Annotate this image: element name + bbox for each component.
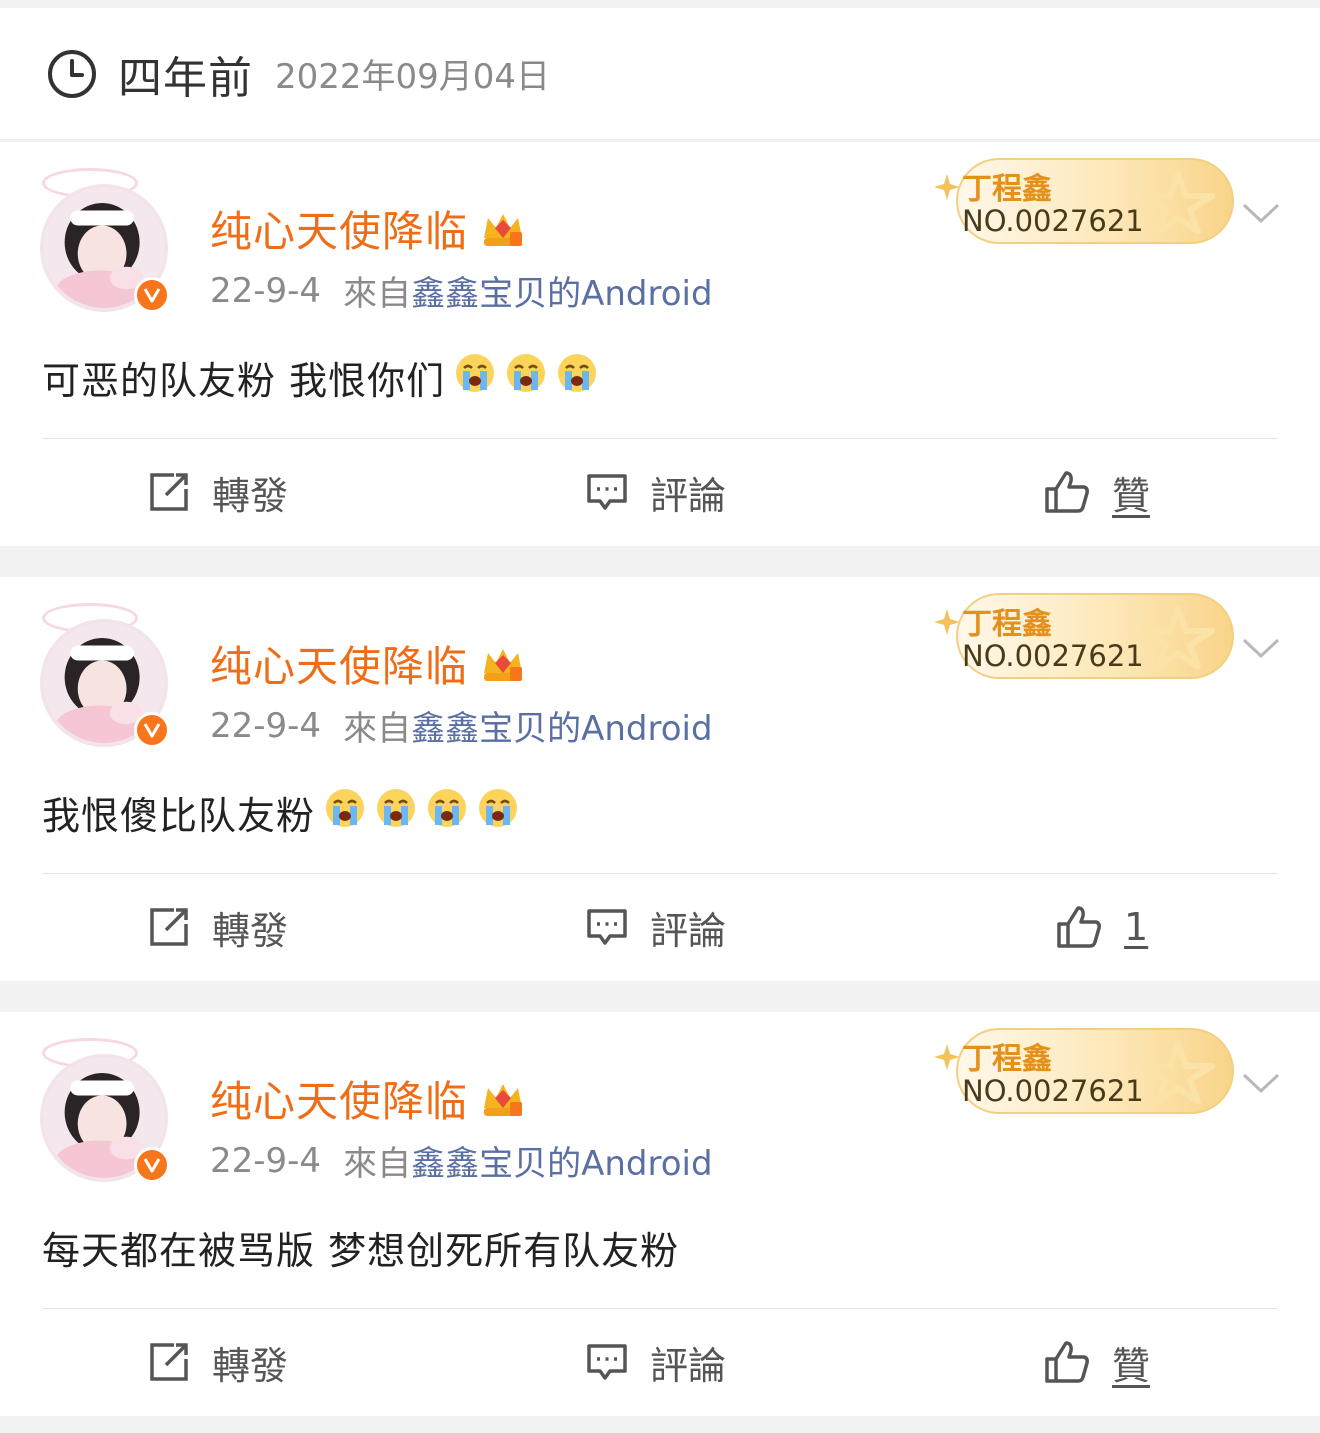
cry-emoji-icon	[366, 787, 417, 838]
star-icon	[1141, 171, 1215, 234]
comment-button[interactable]: 評論	[586, 873, 726, 981]
post-card[interactable]: 纯心天使降临 22-9-4 來自 鑫鑫宝贝的Android 丁程鑫 NO.002…	[0, 577, 1320, 981]
repost-button[interactable]: 轉發	[148, 1308, 288, 1416]
verified-badge	[134, 1147, 170, 1183]
cry-emoji-icon	[417, 787, 468, 838]
like-button[interactable]: 贊	[1044, 1308, 1150, 1416]
post-text: 我恨傻比队友粉	[42, 785, 519, 840]
comment-label: 評論	[650, 1343, 727, 1388]
cry-emoji-icon	[468, 787, 519, 838]
fan-badge[interactable]: 丁程鑫 NO.0027621	[934, 1022, 1234, 1118]
avatar[interactable]	[40, 603, 170, 749]
like-label: 贊	[1112, 1343, 1151, 1388]
repost-label: 轉發	[212, 1343, 289, 1388]
verified-badge	[134, 277, 170, 313]
cry-emoji-icon	[445, 352, 496, 403]
thumbs-up-icon	[1045, 1341, 1089, 1383]
post-text: 可恶的队友粉 我恨你们	[42, 350, 598, 405]
thumbs-up-icon	[1045, 471, 1089, 513]
star-icon	[1141, 606, 1215, 669]
verified-badge	[134, 712, 170, 748]
repost-button[interactable]: 轉發	[148, 438, 288, 546]
chevron-down-icon[interactable]	[1242, 202, 1280, 224]
repost-label: 轉發	[212, 473, 289, 518]
action-bar: 轉發 評論 贊	[0, 1308, 1320, 1416]
crown-icon	[484, 1083, 523, 1116]
like-label: 贊	[1112, 473, 1151, 518]
repost-icon	[150, 1343, 188, 1381]
action-bar: 轉發 評論 贊	[0, 438, 1320, 546]
post-card[interactable]: 纯心天使降临 22-9-4 來自 鑫鑫宝贝的Android 丁程鑫 NO.002…	[0, 1012, 1320, 1416]
cry-emoji-icon	[547, 352, 598, 403]
post-time: 22-9-4	[210, 270, 322, 311]
crown-icon	[484, 648, 523, 681]
from-label: 來自	[343, 274, 412, 314]
device-source[interactable]: 鑫鑫宝贝的Android	[411, 1136, 712, 1185]
repost-icon	[150, 473, 188, 511]
comment-label: 評論	[650, 908, 727, 953]
fan-badge-number: NO.0027621	[962, 1074, 1144, 1108]
post-meta: 22-9-4 來自 鑫鑫宝贝的Android	[210, 1136, 713, 1185]
like-button[interactable]: 1	[1056, 873, 1148, 981]
post-time: 22-9-4	[210, 705, 322, 746]
from-label: 來自	[343, 1144, 412, 1184]
post-time: 22-9-4	[210, 1140, 322, 1181]
clock-icon	[48, 49, 96, 98]
absolute-date: 2022年09月04日	[275, 57, 551, 97]
fan-badge-name: 丁程鑫	[962, 1042, 1052, 1077]
relative-time: 四年前	[118, 52, 253, 104]
thumbs-up-icon	[1057, 906, 1101, 948]
fan-badge-number: NO.0027621	[962, 639, 1144, 673]
chevron-down-icon[interactable]	[1242, 637, 1280, 659]
comment-icon	[587, 909, 627, 945]
avatar[interactable]	[40, 1038, 170, 1184]
repost-icon	[150, 908, 188, 946]
action-bar: 轉發 評論 1	[0, 873, 1320, 981]
comment-label: 評論	[650, 473, 727, 518]
crown-icon	[484, 213, 523, 246]
like-count: 1	[1124, 905, 1149, 949]
chevron-down-icon[interactable]	[1242, 1072, 1280, 1094]
avatar[interactable]	[40, 168, 170, 314]
device-source[interactable]: 鑫鑫宝贝的Android	[411, 266, 712, 315]
post-meta: 22-9-4 來自 鑫鑫宝贝的Android	[210, 266, 713, 315]
cry-emoji-icon	[315, 787, 366, 838]
post-text: 每天都在被骂版 梦想创死所有队友粉	[42, 1229, 680, 1273]
cry-emoji-icon	[496, 352, 547, 403]
fan-badge[interactable]: 丁程鑫 NO.0027621	[934, 152, 1234, 248]
date-header: 四年前 2022年09月04日	[0, 8, 1320, 140]
comment-button[interactable]: 評論	[586, 438, 726, 546]
star-icon	[1141, 1041, 1215, 1104]
username[interactable]: 纯心天使降临	[210, 1068, 526, 1129]
username[interactable]: 纯心天使降临	[210, 633, 526, 694]
comment-icon	[587, 1344, 627, 1380]
fan-badge-number: NO.0027621	[962, 204, 1144, 238]
comment-icon	[587, 474, 627, 510]
comment-button[interactable]: 評論	[586, 1308, 726, 1416]
repost-button[interactable]: 轉發	[148, 873, 288, 981]
username[interactable]: 纯心天使降临	[210, 198, 526, 259]
fan-badge-name: 丁程鑫	[962, 607, 1052, 642]
like-button[interactable]: 贊	[1044, 438, 1150, 546]
fan-badge-name: 丁程鑫	[962, 172, 1052, 207]
device-source[interactable]: 鑫鑫宝贝的Android	[411, 701, 712, 750]
repost-label: 轉發	[212, 908, 289, 953]
post-card[interactable]: 纯心天使降临 22-9-4 來自 鑫鑫宝贝的Android 丁程鑫 NO.002…	[0, 142, 1320, 546]
from-label: 來自	[343, 709, 412, 749]
fan-badge[interactable]: 丁程鑫 NO.0027621	[934, 587, 1234, 683]
post-meta: 22-9-4 來自 鑫鑫宝贝的Android	[210, 701, 713, 750]
